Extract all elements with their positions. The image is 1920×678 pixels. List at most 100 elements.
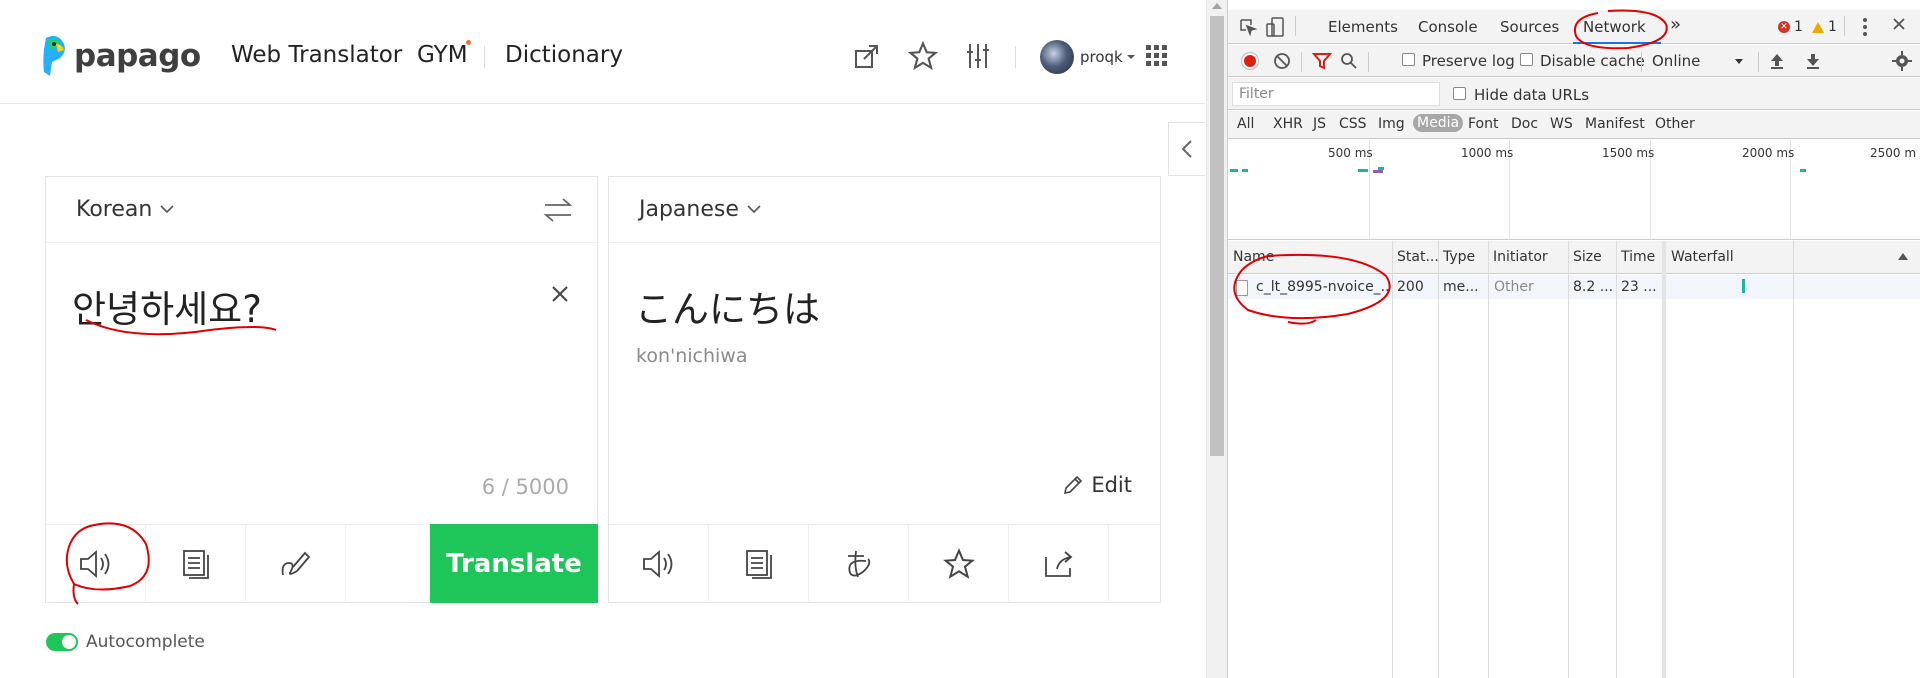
column-size[interactable]: Size bbox=[1568, 241, 1616, 274]
char-counter: 6 / 5000 bbox=[481, 475, 569, 499]
listen-target-button[interactable] bbox=[609, 525, 709, 602]
share-out-icon[interactable] bbox=[851, 40, 883, 72]
column-divider[interactable] bbox=[1616, 241, 1617, 678]
overview-request-mark bbox=[1242, 169, 1248, 172]
filter-funnel-icon[interactable] bbox=[1312, 52, 1332, 70]
target-panel: Japanese こんにちは kon'nichiwa Edit bbox=[608, 176, 1161, 603]
column-name[interactable]: Name bbox=[1228, 241, 1392, 274]
page-scrollbar-thumb[interactable] bbox=[1210, 16, 1224, 456]
column-divider[interactable] bbox=[1568, 241, 1569, 678]
close-devtools-icon[interactable] bbox=[1892, 17, 1906, 31]
favorites-star-icon[interactable] bbox=[907, 40, 939, 72]
disable-cache-checkbox[interactable] bbox=[1520, 53, 1533, 66]
target-language-label: Japanese bbox=[639, 197, 739, 222]
settings-sliders-icon[interactable] bbox=[962, 40, 994, 72]
edit-translation-button[interactable]: Edit bbox=[1063, 473, 1132, 497]
row-status: 200 bbox=[1397, 279, 1424, 295]
hide-data-urls-checkbox[interactable] bbox=[1453, 87, 1466, 100]
apps-grid-icon[interactable] bbox=[1141, 40, 1173, 72]
kebab-menu-icon[interactable] bbox=[1862, 17, 1868, 37]
type-img[interactable]: Img bbox=[1378, 116, 1405, 132]
nav-gym[interactable]: GYM bbox=[417, 42, 468, 68]
column-initiator[interactable]: Initiator bbox=[1488, 241, 1568, 274]
furigana-button[interactable] bbox=[809, 525, 909, 602]
target-toolbar bbox=[609, 524, 1160, 602]
network-overview-timeline[interactable]: 500 ms 1000 ms 1500 ms 2000 ms 2500 m bbox=[1228, 140, 1920, 240]
nav-web-translator-label: Web Translator bbox=[231, 42, 403, 68]
dropdown-arrow-icon bbox=[1735, 59, 1743, 64]
error-icon: ✕ bbox=[1778, 21, 1790, 33]
column-type[interactable]: Type bbox=[1438, 241, 1488, 274]
scroll-up-icon[interactable] bbox=[1212, 3, 1222, 9]
row-name[interactable]: c_lt_8995-nvoice_... bbox=[1256, 279, 1388, 295]
user-menu[interactable]: proqk bbox=[1040, 40, 1136, 74]
device-toolbar-icon[interactable] bbox=[1265, 16, 1285, 38]
source-panel-header: Korean bbox=[46, 177, 597, 243]
tab-elements[interactable]: Elements bbox=[1328, 18, 1398, 36]
page-scrollbar[interactable] bbox=[1206, 0, 1227, 678]
user-dropdown-icon bbox=[1126, 55, 1135, 59]
type-manifest[interactable]: Manifest bbox=[1585, 116, 1645, 132]
papago-logo[interactable]: papago bbox=[40, 34, 201, 78]
preserve-log-checkbox[interactable] bbox=[1402, 53, 1415, 66]
overview-tick-500: 500 ms bbox=[1328, 146, 1373, 160]
listen-source-button[interactable] bbox=[46, 525, 146, 602]
translate-button[interactable]: Translate bbox=[430, 524, 598, 603]
column-divider[interactable] bbox=[1488, 241, 1489, 678]
clear-log-icon[interactable] bbox=[1273, 52, 1291, 70]
speaker-icon bbox=[79, 549, 109, 578]
type-other[interactable]: Other bbox=[1655, 116, 1695, 132]
tab-sources[interactable]: Sources bbox=[1500, 18, 1559, 36]
column-divider[interactable] bbox=[1392, 241, 1393, 678]
tab-network[interactable]: Network bbox=[1583, 18, 1646, 36]
type-font[interactable]: Font bbox=[1468, 116, 1498, 132]
type-ws[interactable]: WS bbox=[1550, 116, 1573, 132]
nav-web-translator[interactable]: Web Translator bbox=[231, 42, 402, 68]
column-divider[interactable] bbox=[1438, 241, 1439, 678]
more-tabs-button[interactable]: » bbox=[1670, 14, 1681, 35]
papago-bird-logo-icon bbox=[43, 36, 65, 76]
toolbar-divider bbox=[1301, 52, 1302, 72]
filter-input[interactable]: Filter bbox=[1232, 82, 1440, 106]
row-type: me... bbox=[1443, 279, 1479, 295]
export-har-icon[interactable] bbox=[1804, 52, 1822, 70]
inspect-element-icon[interactable] bbox=[1238, 17, 1258, 37]
collapse-panel-button[interactable] bbox=[1168, 122, 1205, 176]
speaker-icon bbox=[642, 549, 672, 578]
handwriting-button[interactable] bbox=[246, 525, 346, 602]
column-time[interactable]: Time bbox=[1616, 241, 1662, 274]
sort-ascending-icon[interactable] bbox=[1898, 253, 1908, 260]
source-language-select[interactable]: Korean bbox=[76, 197, 174, 222]
overview-request-mark bbox=[1358, 169, 1368, 172]
handwriting-pen-icon bbox=[281, 551, 310, 575]
copy-source-button[interactable] bbox=[146, 525, 246, 602]
swap-languages-icon[interactable] bbox=[543, 197, 573, 223]
type-css[interactable]: CSS bbox=[1339, 116, 1367, 132]
autocomplete-toggle[interactable]: Autocomplete bbox=[46, 632, 205, 652]
type-js[interactable]: JS bbox=[1313, 116, 1326, 132]
target-language-select[interactable]: Japanese bbox=[639, 197, 761, 222]
nav-dictionary[interactable]: Dictionary bbox=[505, 42, 623, 68]
import-har-icon[interactable] bbox=[1768, 52, 1786, 70]
chevron-down-icon bbox=[160, 205, 174, 214]
error-count[interactable]: ✕ 1 bbox=[1778, 19, 1803, 35]
network-settings-gear-icon[interactable] bbox=[1892, 51, 1912, 71]
autocomplete-switch[interactable] bbox=[46, 633, 78, 651]
column-status[interactable]: Stat... bbox=[1392, 241, 1439, 274]
copy-target-button[interactable] bbox=[709, 525, 809, 602]
warning-count[interactable]: 1 bbox=[1812, 19, 1837, 35]
save-favorite-button[interactable] bbox=[909, 525, 1009, 602]
disable-cache-label: Disable cache bbox=[1540, 52, 1645, 70]
tab-console[interactable]: Console bbox=[1418, 18, 1478, 36]
type-media[interactable]: Media bbox=[1413, 114, 1464, 132]
share-button[interactable] bbox=[1009, 525, 1109, 602]
clear-text-button[interactable] bbox=[547, 281, 573, 307]
share-icon bbox=[1044, 550, 1072, 577]
search-icon[interactable] bbox=[1340, 52, 1358, 70]
source-text-input[interactable]: 안녕하세요? bbox=[72, 279, 262, 333]
type-all[interactable]: All bbox=[1237, 116, 1254, 132]
record-icon[interactable] bbox=[1242, 53, 1258, 69]
type-xhr[interactable]: XHR bbox=[1273, 116, 1303, 132]
column-divider[interactable] bbox=[1662, 241, 1666, 678]
type-doc[interactable]: Doc bbox=[1511, 116, 1538, 132]
